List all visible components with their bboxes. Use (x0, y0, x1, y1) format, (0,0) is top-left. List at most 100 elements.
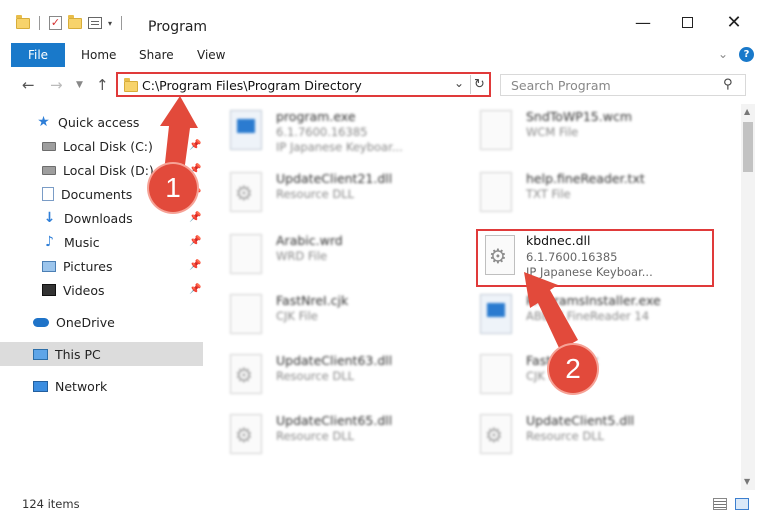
maximize-button[interactable] (672, 14, 702, 32)
document-file-icon (230, 294, 262, 334)
file-type: CJK File (276, 309, 318, 323)
nav-label: This PC (55, 346, 101, 362)
expand-ribbon-icon[interactable]: ⌄ (718, 47, 728, 61)
nav-label: Documents (61, 186, 133, 202)
file-item[interactable]: program.exe 6.1.7600.16385 IP Japanese K… (222, 106, 462, 160)
file-item[interactable]: SndToWP15.wcm WCM File (472, 106, 712, 160)
onedrive-cloud-icon (33, 317, 49, 327)
nav-label: Local Disk (D:) (63, 162, 154, 178)
file-version: 6.1.7600.16385 (276, 125, 368, 139)
file-item[interactable]: FastNreI.cjk CJK File (222, 290, 462, 344)
back-button[interactable]: ← (22, 76, 35, 94)
file-name: help.fineReader.txt (526, 171, 645, 186)
dll-gear-icon (230, 172, 262, 212)
document-file-icon (480, 110, 512, 150)
address-path[interactable]: C:\Program Files\Program Directory (142, 78, 362, 93)
nav-item-quick-access[interactable]: ★ Quick access (0, 110, 203, 134)
help-icon[interactable]: ? (739, 47, 754, 62)
disk-icon (42, 165, 56, 175)
file-item[interactable]: UpdateClient65.dll Resource DLL (222, 410, 462, 464)
file-item[interactable]: Arabic.wrd WRD File (222, 230, 462, 284)
documents-icon (42, 187, 54, 201)
file-name: UpdateClient5.dll (526, 413, 635, 428)
file-item[interactable]: UpdateClient21.dll Resource DLL (222, 168, 462, 222)
nav-item-network[interactable]: Network (0, 374, 203, 398)
tab-view[interactable]: View (197, 48, 225, 62)
nav-item-local-disk-c[interactable]: Local Disk (C:) 📌 (0, 134, 203, 158)
callout-badge-one: 1 (149, 164, 197, 212)
pin-icon[interactable]: 📌 (189, 236, 201, 247)
file-type: Resource DLL (276, 369, 355, 383)
title-separator (121, 16, 123, 30)
file-item[interactable]: UpdateClient5.dll Resource DLL (472, 410, 712, 464)
file-name: UpdateClient21.dll (276, 171, 393, 186)
status-bar: 124 items (0, 492, 769, 514)
address-dropdown-icon[interactable]: ⌄ (454, 76, 464, 90)
tab-share[interactable]: Share (139, 48, 174, 62)
file-description: IP Japanese Keyboar... (276, 140, 403, 154)
pin-icon[interactable]: 📌 (189, 260, 201, 271)
vertical-scrollbar[interactable]: ▲ ▼ (741, 104, 755, 490)
search-input[interactable]: Search Program ⚲ (500, 74, 746, 96)
file-type: Resource DLL (276, 429, 355, 443)
nav-item-pictures[interactable]: Pictures 📌 (0, 254, 203, 278)
title-bar: ✓ ▾ Program — ✕ (0, 0, 769, 40)
nav-label: Videos (63, 282, 105, 298)
tab-file[interactable]: File (11, 43, 65, 67)
forward-button[interactable]: → (50, 76, 63, 94)
music-icon: ♪ (45, 233, 54, 250)
exe-file-icon (230, 110, 262, 150)
document-file-icon (480, 354, 512, 394)
properties-check-icon[interactable]: ✓ (49, 16, 62, 30)
computer-icon (33, 348, 48, 360)
customize-toolbar-icon[interactable]: ▾ (108, 19, 112, 28)
pin-icon[interactable]: 📌 (189, 284, 201, 295)
nav-item-music[interactable]: ♪ Music 📌 (0, 230, 203, 254)
search-icon[interactable]: ⚲ (723, 77, 733, 92)
disk-icon (42, 141, 56, 151)
nav-item-onedrive[interactable]: OneDrive (0, 310, 203, 334)
file-name: FastNreI.cjk (276, 293, 349, 308)
folder-icon[interactable] (16, 14, 30, 29)
close-button[interactable]: ✕ (719, 14, 749, 32)
toolbar-separator (39, 16, 40, 30)
document-file-icon (480, 172, 512, 212)
window-title: Program (148, 19, 208, 35)
scrollbar-thumb[interactable] (743, 122, 753, 172)
large-icons-view-icon[interactable] (735, 498, 749, 510)
file-type: ABBYY FineReader 14 (526, 309, 650, 323)
nav-item-videos[interactable]: Videos 📌 (0, 278, 203, 302)
nav-item-this-pc[interactable]: This PC (0, 342, 203, 366)
refresh-button[interactable]: ↻ (470, 75, 488, 94)
recent-locations-icon[interactable]: ▼ (76, 80, 83, 90)
pictures-icon (42, 260, 56, 272)
file-type: Resource DLL (526, 429, 605, 443)
new-folder-icon[interactable] (68, 14, 82, 29)
dll-gear-icon (485, 235, 515, 275)
pin-icon[interactable]: 📌 (189, 140, 201, 151)
dll-gear-icon (230, 354, 262, 394)
dll-gear-icon (230, 414, 262, 454)
search-placeholder: Search Program (511, 78, 611, 93)
file-item[interactable]: help.fineReader.txt TXT File (472, 168, 712, 222)
up-button[interactable]: ↑ (96, 76, 109, 94)
tab-home[interactable]: Home (81, 48, 116, 62)
nav-label: Pictures (63, 258, 113, 274)
file-item[interactable]: UpdateClient63.dll Resource DLL (222, 350, 462, 404)
nav-label: Music (64, 234, 100, 250)
properties-icon[interactable] (88, 17, 102, 29)
videos-icon (42, 284, 56, 296)
scroll-down-icon[interactable]: ▼ (744, 477, 750, 486)
file-type: TXT File (526, 187, 571, 201)
address-bar[interactable]: C:\Program Files\Program Directory ⌄ ↻ (116, 72, 491, 97)
file-name: Arabic.wrd (276, 233, 343, 248)
minimize-button[interactable]: — (628, 14, 658, 32)
folder-icon (124, 78, 138, 92)
scroll-up-icon[interactable]: ▲ (744, 107, 750, 116)
callout-badge-two: 2 (549, 345, 597, 393)
pin-icon[interactable]: 📌 (189, 212, 201, 223)
details-view-icon[interactable] (713, 498, 727, 510)
ribbon-tabs: File Home Share View ⌄ ? (0, 42, 769, 68)
file-item[interactable]: ProgramsInstaller.exe ABBYY FineReader 1… (472, 290, 712, 344)
highlighted-file-kbdnec[interactable]: kbdnec.dll 6.1.7600.16385 IP Japanese Ke… (476, 229, 714, 287)
